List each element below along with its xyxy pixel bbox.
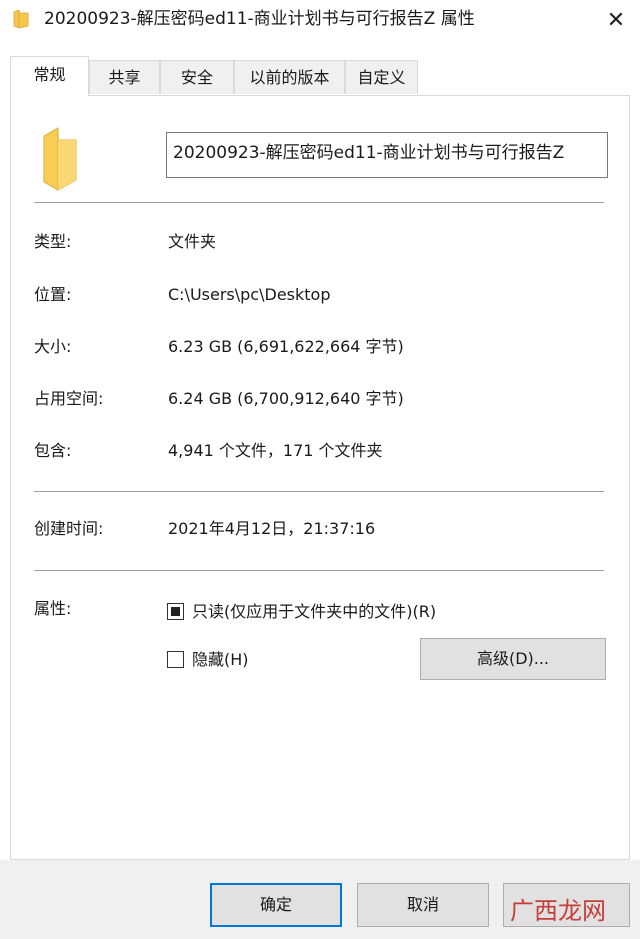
tab-security[interactable]: 安全 (160, 60, 234, 94)
close-button[interactable]: ✕ (596, 2, 636, 38)
cancel-button[interactable]: 取消 (357, 883, 489, 927)
tab-general[interactable]: 常规 (10, 56, 89, 96)
contains-value: 4,941 个文件，171 个文件夹 (168, 441, 383, 460)
type-value: 文件夹 (168, 232, 217, 251)
folder-icon (13, 9, 29, 29)
tab-sharing[interactable]: 共享 (89, 60, 160, 94)
window-title: 20200923-解压密码ed11-商业计划书与可行报告Z 属性 (44, 9, 475, 29)
folder-name-input[interactable]: 20200923-解压密码ed11-商业计划书与可行报告Z (166, 132, 608, 178)
title-bar: 20200923-解压密码ed11-商业计划书与可行报告Z 属性 ✕ (0, 0, 640, 40)
size-on-disk-label: 占用空间: (34, 389, 104, 408)
tab-customize[interactable]: 自定义 (345, 60, 418, 94)
location-label: 位置: (34, 285, 72, 304)
watermark: 广西龙网 (510, 897, 606, 925)
readonly-checkbox[interactable] (167, 603, 184, 620)
hidden-checkbox-label[interactable]: 隐藏(H) (192, 649, 249, 671)
folder-large-icon (43, 127, 77, 191)
advanced-button[interactable]: 高级(D)... (420, 638, 606, 680)
created-value: 2021年4月12日，21:37:16 (168, 519, 376, 538)
attributes-label: 属性: (34, 599, 72, 618)
size-value: 6.23 GB (6,691,622,664 字节) (168, 337, 404, 356)
contains-label: 包含: (34, 441, 72, 460)
type-label: 类型: (34, 232, 72, 251)
ok-button[interactable]: 确定 (210, 883, 342, 927)
size-label: 大小: (34, 337, 72, 356)
tab-previous-versions[interactable]: 以前的版本 (234, 60, 345, 94)
location-value: C:\Users\pc\Desktop (168, 285, 331, 304)
separator (34, 570, 604, 571)
close-icon: ✕ (606, 7, 626, 33)
size-on-disk-value: 6.24 GB (6,700,912,640 字节) (168, 389, 404, 408)
readonly-checkbox-label[interactable]: 只读(仅应用于文件夹中的文件)(R) (192, 601, 436, 623)
tab-strip: 常规 共享 安全 以前的版本 自定义 (10, 56, 630, 96)
created-label: 创建时间: (34, 519, 104, 538)
tab-panel-general (10, 95, 630, 860)
separator (34, 202, 604, 203)
separator (34, 491, 604, 492)
hidden-checkbox[interactable] (167, 651, 184, 668)
